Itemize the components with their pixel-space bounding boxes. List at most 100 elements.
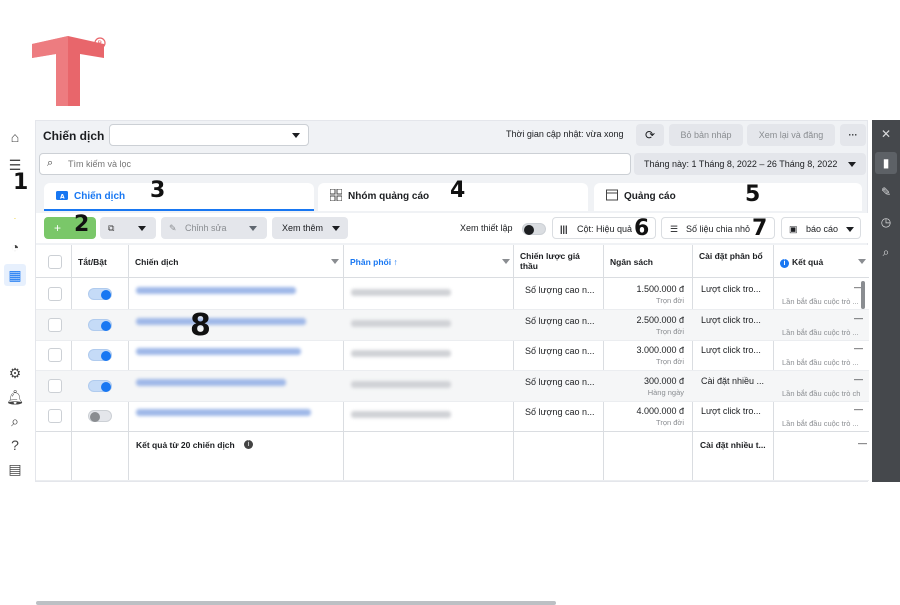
settings-icon[interactable]: ⚙ (6, 364, 24, 382)
campaign-toggle[interactable] (88, 379, 112, 392)
delivery-status-redacted (351, 350, 451, 357)
campaign-toggle[interactable] (88, 349, 112, 361)
tab-label: Nhóm quảng cáo (348, 191, 430, 202)
budget-value: 3.000.000 đ (636, 345, 684, 355)
search-bar[interactable]: ⌕ (39, 153, 631, 175)
table-row[interactable]: Số lượng cao n... 2.500.000 đ Trọn đời L… (36, 309, 869, 341)
budget-value: 1.500.000 đ (636, 284, 684, 294)
date-range-picker[interactable]: Tháng này: 1 Tháng 8, 2022 – 26 Tháng 8,… (634, 153, 866, 175)
pencil-icon: ✎ (169, 223, 177, 233)
delivery-status-redacted (351, 289, 451, 296)
view-setup-toggle[interactable] (522, 223, 546, 235)
chart-icon[interactable]: ▮ (875, 152, 897, 174)
folder-icon: A (56, 191, 68, 201)
toggle-knob (524, 225, 534, 235)
callout-4: 4 (450, 178, 466, 203)
chevron-down-icon (502, 259, 510, 264)
review-publish-button[interactable]: Xem lại và đăng (747, 124, 835, 146)
col-header-campaign[interactable]: Chiến dịch (129, 245, 339, 278)
budget-type: Trọn đời (656, 296, 684, 305)
dashboard-icon[interactable]: ◔ (6, 238, 24, 256)
row-checkbox[interactable] (48, 317, 62, 332)
chevron-down-icon (858, 259, 866, 264)
result-metric: Lần bắt đầu cuộc trò ... (782, 297, 859, 306)
result-value: — (854, 373, 863, 384)
grid-icon (330, 189, 342, 201)
row-checkbox[interactable] (48, 409, 62, 423)
col-header-attribution[interactable]: Cài đặt phân bổ (693, 245, 773, 278)
budget-type: Hàng ngày (647, 387, 684, 397)
close-icon[interactable]: ✕ (878, 126, 894, 142)
page-title: Chiến dịch (43, 129, 105, 143)
col-header-budget[interactable]: Ngân sách (604, 245, 692, 278)
report-icon[interactable]: ▤ (6, 460, 24, 478)
reports-button[interactable]: ▣ báo cáo (781, 217, 861, 239)
edit-icon[interactable]: ✎ (878, 184, 894, 200)
campaign-select[interactable] (109, 124, 309, 146)
info-icon: i (244, 440, 253, 449)
toggle-knob (101, 320, 111, 331)
tab-campaigns[interactable]: A Chiến dịch (44, 183, 314, 211)
clock-icon[interactable]: ◷ (878, 214, 894, 230)
delivery-status-redacted (351, 380, 451, 388)
campaign-name-redacted[interactable] (136, 317, 306, 325)
delivery-status-redacted (351, 319, 451, 327)
campaign-toggle[interactable] (88, 318, 112, 331)
campaign-toggle[interactable] (88, 288, 112, 300)
delivery-status-redacted (351, 411, 451, 418)
toolbar: + ⧉ ✎ Chỉnh sửa Xem thêm Xem thiết lập |… (36, 213, 869, 243)
horizontal-scrollbar[interactable] (36, 601, 556, 605)
callout-1: 1 (13, 170, 29, 195)
table-row[interactable]: Số lượng cao n... 3.000.000 đ Trọn đời L… (36, 340, 869, 371)
duplicate-button[interactable]: ⧉ (100, 217, 156, 239)
table-row[interactable]: Số lượng cao n... 1.500.000 đ Trọn đời L… (36, 279, 869, 310)
col-header-bid-strategy[interactable]: Chiến lược giá thầu (514, 245, 602, 278)
tab-ads[interactable]: Quảng cáo (594, 183, 862, 211)
breakdown-icon: ☰ (670, 224, 679, 234)
discard-draft-button[interactable]: Bỏ bản nháp (669, 124, 743, 146)
table-row[interactable]: Số lượng cao n... 4.000.000 đ Trọn đời L… (36, 401, 869, 432)
info-icon: i (780, 259, 789, 268)
table-row[interactable]: Số lượng cao n... 300.000 đ Hàng ngày Cà… (36, 370, 869, 402)
footer-label: Kết quả từ 20 chiến dịch (136, 440, 235, 450)
chevron-down-icon (332, 226, 340, 231)
row-checkbox[interactable] (48, 348, 62, 362)
campaign-name-redacted[interactable] (136, 348, 301, 355)
result-metric: Lần bắt đầu cuộc trò ch (782, 388, 861, 398)
col-header-delivery[interactable]: Phân phối ↑ (344, 245, 512, 278)
col-header-toggle[interactable]: Tắt/Bật (72, 245, 128, 278)
footer-result: — (858, 438, 867, 448)
row-checkbox[interactable] (48, 287, 62, 301)
bid-strategy: Số lượng cao n... (525, 376, 595, 387)
table-icon[interactable]: ▦ (4, 264, 26, 286)
ad-icon (606, 189, 618, 201)
search-icon[interactable]: ⌕ (6, 412, 24, 430)
toggle-knob (90, 412, 100, 422)
home-icon[interactable]: ⌂ (6, 128, 24, 146)
svg-text:A: A (60, 194, 65, 201)
col-header-results[interactable]: i Kết quả (774, 245, 868, 278)
top-bar: Chiến dịch Thời gian cập nhật: vừa xong … (36, 121, 869, 149)
row-checkbox[interactable] (48, 378, 62, 393)
callout-2: 2 (74, 212, 90, 237)
svg-text:R: R (98, 40, 103, 48)
result-metric: Lần bắt đầu cuộc trò ... (782, 419, 859, 428)
refresh-button[interactable]: ⟳ (636, 124, 664, 146)
campaign-name-redacted[interactable] (136, 378, 286, 386)
campaign-name-redacted[interactable] (136, 409, 311, 416)
campaign-name-redacted[interactable] (136, 287, 296, 294)
campaign-toggle[interactable] (88, 410, 112, 422)
view-more-button[interactable]: Xem thêm (272, 217, 348, 239)
tab-label: Quảng cáo (624, 191, 676, 202)
bell-icon[interactable]: 🔔︎ (6, 388, 24, 406)
duplicate-icon: ⧉ (108, 223, 115, 233)
search-input[interactable] (68, 157, 608, 171)
budget-value: 300.000 đ (643, 375, 684, 386)
apps-icon[interactable]: · (6, 210, 24, 228)
vertical-scrollbar[interactable] (861, 281, 865, 309)
edit-button[interactable]: ✎ Chỉnh sửa (161, 217, 267, 239)
help-icon[interactable]: ? (6, 436, 24, 454)
select-all-checkbox[interactable] (48, 255, 62, 269)
zoom-icon[interactable]: ⌕ (878, 244, 894, 260)
more-options-button[interactable]: ··· (840, 124, 866, 146)
